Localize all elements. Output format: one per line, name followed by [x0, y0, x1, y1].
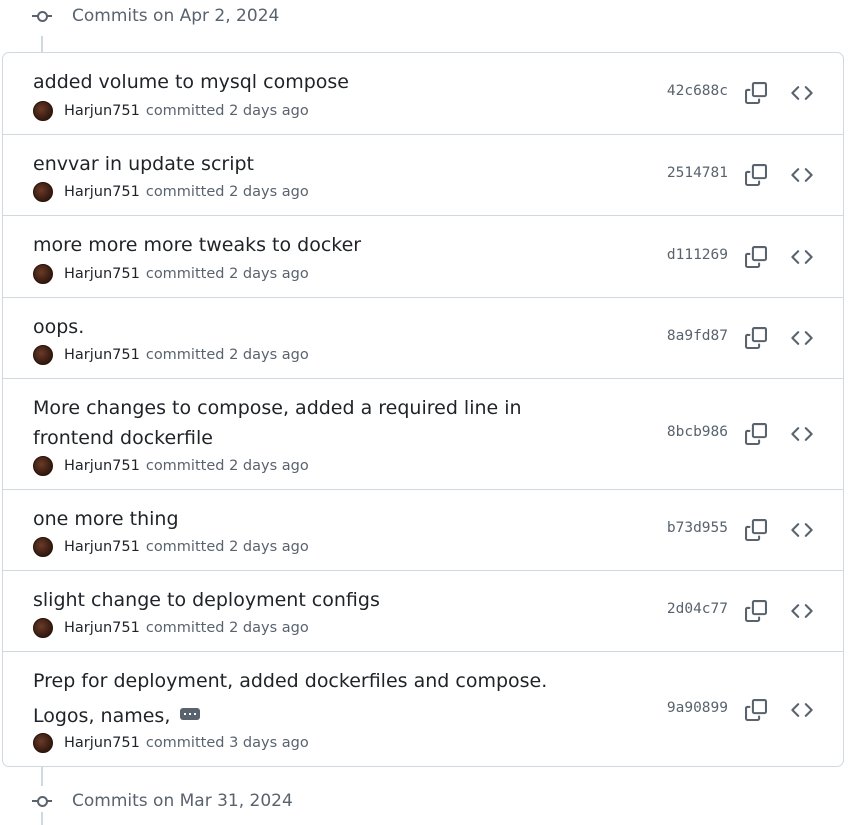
- commit-author-link[interactable]: Harjun751: [64, 103, 140, 119]
- commit-time: 2 days ago: [229, 266, 309, 282]
- commit-message-link[interactable]: Prep for deployment, added dockerfiles a…: [33, 670, 547, 692]
- commit-author-link[interactable]: Harjun751: [64, 735, 140, 751]
- avatar[interactable]: [33, 182, 53, 202]
- copy-icon[interactable]: [745, 246, 767, 268]
- commit-time: 2 days ago: [229, 539, 309, 555]
- avatar[interactable]: [33, 345, 53, 365]
- timeline-line-middle: [41, 766, 43, 786]
- commit-time: 2 days ago: [229, 347, 309, 363]
- commit-action-text: committed: [145, 266, 225, 282]
- commit-message-link[interactable]: More changes to compose, added a require…: [33, 397, 522, 419]
- code-icon[interactable]: [791, 82, 813, 104]
- code-icon[interactable]: [791, 246, 813, 268]
- commit-sha-link[interactable]: 2d04c77: [667, 601, 728, 617]
- commit-meta: Harjun751 committed 2 days ago: [33, 456, 309, 476]
- commit-author-link[interactable]: Harjun751: [64, 347, 140, 363]
- copy-icon[interactable]: [745, 699, 767, 721]
- commit-message-link[interactable]: oops.: [33, 312, 593, 342]
- commit-meta: Harjun751 committed 2 days ago: [33, 101, 309, 121]
- avatar[interactable]: [33, 537, 53, 557]
- commit-message-link[interactable]: Logos, names,: [33, 705, 170, 727]
- commit-action-text: committed: [145, 347, 225, 363]
- commit-sha-link[interactable]: b73d955: [667, 520, 728, 536]
- commit-meta: Harjun751 committed 2 days ago: [33, 264, 309, 284]
- commit-sha-link[interactable]: 9a90899: [667, 700, 728, 716]
- commit-meta: Harjun751 committed 3 days ago: [33, 733, 309, 753]
- commit-sha-link[interactable]: 2514781: [667, 165, 728, 181]
- commit-row: Prep for deployment, added dockerfiles a…: [3, 651, 843, 766]
- commit-message-link[interactable]: slight change to deployment configs: [33, 585, 593, 615]
- ellipsis-icon[interactable]: [180, 707, 201, 720]
- code-icon[interactable]: [791, 600, 813, 622]
- commit-sha-link[interactable]: 8bcb986: [667, 424, 728, 440]
- commit-action-text: committed: [145, 539, 225, 555]
- commit-row: added volume to mysql compose Harjun751 …: [3, 53, 843, 134]
- commit-message-link[interactable]: one more thing: [33, 504, 593, 534]
- commit-group-header: Commits on Mar 31, 2024: [32, 786, 293, 816]
- commit-time: 2 days ago: [229, 184, 309, 200]
- code-icon[interactable]: [791, 699, 813, 721]
- commit-message-link[interactable]: more more more tweaks to docker: [33, 230, 593, 260]
- commit-meta: Harjun751 committed 2 days ago: [33, 537, 309, 557]
- commit-author-link[interactable]: Harjun751: [64, 184, 140, 200]
- commit-row: one more thing Harjun751 committed 2 day…: [3, 489, 843, 570]
- commit-message: Prep for deployment, added dockerfiles a…: [33, 666, 593, 736]
- commit-group-title: Commits on Apr 2, 2024: [72, 6, 280, 26]
- avatar[interactable]: [33, 456, 53, 476]
- commit-author-link[interactable]: Harjun751: [64, 458, 140, 474]
- git-commit-icon: [32, 794, 52, 808]
- commit-meta: Harjun751 committed 2 days ago: [33, 618, 309, 638]
- avatar[interactable]: [33, 618, 53, 638]
- commit-group-header: Commits on Apr 2, 2024: [32, 1, 279, 31]
- commit-row: slight change to deployment configs Harj…: [3, 570, 843, 651]
- commit-message-link[interactable]: frontend dockerfile: [33, 427, 213, 449]
- commit-message-link[interactable]: added volume to mysql compose: [33, 67, 593, 97]
- commit-time: 3 days ago: [229, 735, 309, 751]
- code-icon[interactable]: [791, 327, 813, 349]
- commit-action-text: committed: [145, 735, 225, 751]
- commit-sha-link[interactable]: 8a9fd87: [667, 328, 728, 344]
- copy-icon[interactable]: [745, 600, 767, 622]
- commit-sha-link[interactable]: d111269: [667, 247, 728, 263]
- copy-icon[interactable]: [745, 327, 767, 349]
- commit-meta: Harjun751 committed 2 days ago: [33, 182, 309, 202]
- commit-action-text: committed: [145, 103, 225, 119]
- avatar[interactable]: [33, 101, 53, 121]
- code-icon[interactable]: [791, 423, 813, 445]
- git-commit-icon: [32, 9, 52, 23]
- commit-row: envvar in update script Harjun751 commit…: [3, 134, 843, 215]
- commit-action-text: committed: [145, 458, 225, 474]
- commit-action-text: committed: [145, 620, 225, 636]
- commit-group-title: Commits on Mar 31, 2024: [72, 791, 293, 811]
- copy-icon[interactable]: [745, 82, 767, 104]
- commit-row: more more more tweaks to docker Harjun75…: [3, 215, 843, 297]
- commit-sha-link[interactable]: 42c688c: [667, 83, 728, 99]
- code-icon[interactable]: [791, 164, 813, 186]
- commit-author-link[interactable]: Harjun751: [64, 620, 140, 636]
- commit-row: oops. Harjun751 committed 2 days ago 8a9…: [3, 297, 843, 378]
- avatar[interactable]: [33, 733, 53, 753]
- copy-icon[interactable]: [745, 423, 767, 445]
- commit-message: More changes to compose, added a require…: [33, 393, 593, 453]
- commit-message-link[interactable]: envvar in update script: [33, 149, 593, 179]
- commit-list: added volume to mysql compose Harjun751 …: [2, 52, 844, 767]
- timeline-line-top: [41, 36, 43, 52]
- commit-meta: Harjun751 committed 2 days ago: [33, 345, 309, 365]
- commit-time: 2 days ago: [229, 103, 309, 119]
- copy-icon[interactable]: [745, 164, 767, 186]
- avatar[interactable]: [33, 264, 53, 284]
- commit-time: 2 days ago: [229, 620, 309, 636]
- commit-row: More changes to compose, added a require…: [3, 378, 843, 489]
- commit-time: 2 days ago: [229, 458, 309, 474]
- commit-author-link[interactable]: Harjun751: [64, 539, 140, 555]
- copy-icon[interactable]: [745, 519, 767, 541]
- code-icon[interactable]: [791, 519, 813, 541]
- commit-author-link[interactable]: Harjun751: [64, 266, 140, 282]
- commit-action-text: committed: [145, 184, 225, 200]
